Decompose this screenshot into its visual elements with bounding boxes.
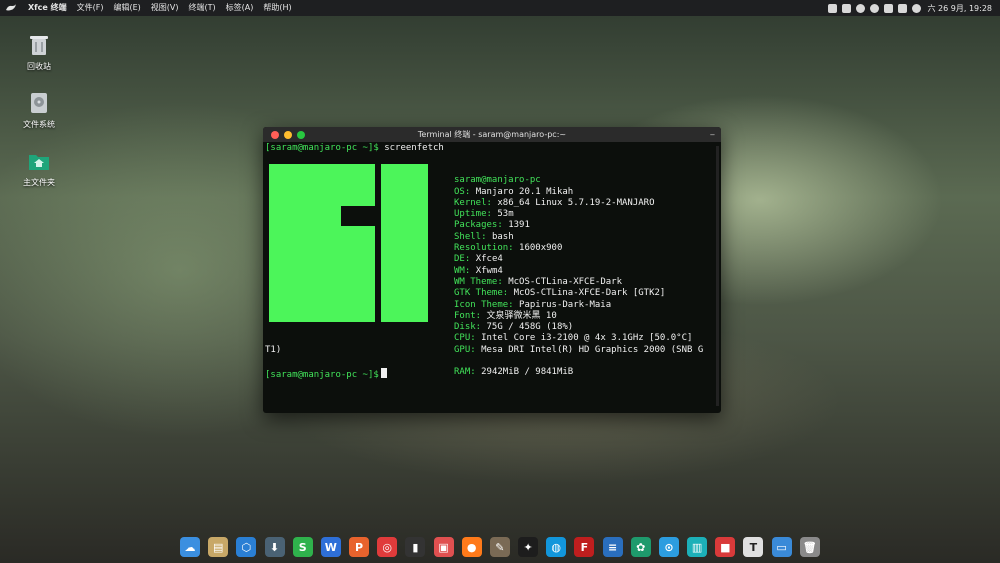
menu-file[interactable]: 文件(F) [72, 0, 109, 16]
terminal-content[interactable]: [saram@manjaro-pc ~]$ screenfetch saram@… [263, 142, 721, 413]
dock: ☁ ▤ ⬡ ⬇ S W P ◎ ▮ ▣ ● ✎ ✦ ◍ F ≡ ✿ ⊙ ▥ ■ T ▭ 🗑 [176, 533, 824, 561]
netease-music-icon[interactable]: ◎ [377, 537, 398, 557]
wps-presentation-icon[interactable]: P [349, 537, 370, 557]
text-cursor [380, 368, 387, 378]
terminal-window[interactable]: Terminal 终端 - saram@manjaro-pc:~ ‒ [sara… [263, 127, 721, 413]
screenshot-icon[interactable]: ▣ [433, 537, 454, 557]
active-prompt-line: [saram@manjaro-pc ~]$ [265, 368, 387, 381]
logo-top-bar [325, 164, 375, 206]
shield-icon[interactable] [869, 3, 879, 13]
menu-edit[interactable]: 编辑(E) [108, 0, 145, 16]
reader-icon[interactable]: ▥ [687, 537, 708, 557]
gimp-icon[interactable]: ✎ [489, 537, 510, 557]
system-tray: 六 26 9月, 19:28 [827, 0, 993, 16]
power-icon[interactable] [911, 3, 921, 13]
keyboard-icon[interactable] [827, 3, 837, 13]
qq-chat-icon[interactable]: ◍ [546, 537, 567, 557]
desktop-icon-label: 回收站 [27, 62, 51, 71]
settings-icon[interactable]: ✿ [630, 537, 651, 557]
trash-dock-icon[interactable]: 🗑 [799, 537, 820, 557]
filezilla-icon[interactable]: F [574, 537, 595, 557]
terminal-icon[interactable]: ▮ [405, 537, 426, 557]
terminal-titlebar[interactable]: Terminal 终端 - saram@manjaro-pc:~ ‒ [263, 127, 721, 142]
files-icon[interactable]: ▤ [208, 537, 229, 557]
baidu-netdisk-icon[interactable]: ⊙ [658, 537, 679, 557]
menu-help[interactable]: 帮助(H) [258, 0, 296, 16]
cloud-app-icon[interactable]: ☁ [180, 537, 200, 557]
logo-middle-bar [325, 226, 375, 322]
whisker-menu-icon[interactable] [5, 3, 17, 13]
notes-icon[interactable] [897, 3, 907, 13]
menu-terminal[interactable]: 终端(T) [183, 0, 220, 16]
logo-right-bar [381, 164, 428, 322]
update-icon[interactable] [855, 3, 865, 13]
network-icon[interactable]: ⬡ [236, 537, 257, 557]
menu-tabs[interactable]: 标签(A) [221, 0, 259, 16]
clipboard-icon[interactable] [841, 3, 851, 13]
trash-icon [27, 33, 51, 57]
menu-view[interactable]: 视图(V) [146, 0, 184, 16]
window-menu-icon[interactable]: ‒ [710, 127, 715, 142]
desktop-icon[interactable]: ▭ [771, 537, 792, 557]
command-text: screenfetch [384, 143, 444, 153]
desktop-icon-filesystem[interactable]: 文件系统 [9, 91, 69, 130]
menu-app-name[interactable]: Xfce 终端 [23, 0, 72, 16]
desktop-icon-label: 文件系统 [23, 120, 55, 129]
wrapped-output: T1) [265, 345, 282, 355]
user-host: saram@manjaro-pc [454, 175, 541, 186]
wps-spreadsheet-icon[interactable]: S [292, 537, 313, 557]
home-folder-icon [27, 149, 51, 173]
terminal-title: Terminal 终端 - saram@manjaro-pc:~ [417, 130, 567, 139]
command-line: [saram@manjaro-pc ~]$ screenfetch [265, 143, 444, 154]
download-icon[interactable]: ⬇ [264, 537, 285, 557]
system-info: saram@manjaro-pc OS: Manjaro 20.1 Mikah … [454, 175, 704, 378]
text-editor-icon[interactable]: T [743, 537, 764, 557]
wps-writer-icon[interactable]: W [320, 537, 341, 557]
firefox-icon[interactable]: ● [461, 537, 482, 557]
desktop-icon-home[interactable]: 主文件夹 [9, 149, 69, 188]
desktop-icon-label: 主文件夹 [23, 178, 55, 187]
desktop-icon-trash[interactable]: 回收站 [9, 33, 69, 72]
top-panel: Xfce 终端 文件(F) 编辑(E) 视图(V) 终端(T) 标签(A) 帮助… [0, 0, 1000, 16]
drive-icon [27, 91, 51, 115]
scrollbar[interactable] [716, 146, 719, 406]
qq-icon[interactable]: ✦ [518, 537, 539, 557]
clock[interactable]: 六 26 9月, 19:28 [928, 3, 993, 14]
network-tray-icon[interactable] [883, 3, 893, 13]
recorder-icon[interactable]: ■ [715, 537, 736, 557]
prompt: [saram@manjaro-pc ~]$ [265, 370, 379, 380]
editor-icon[interactable]: ≡ [602, 537, 623, 557]
prompt: [saram@manjaro-pc ~]$ [265, 143, 379, 153]
